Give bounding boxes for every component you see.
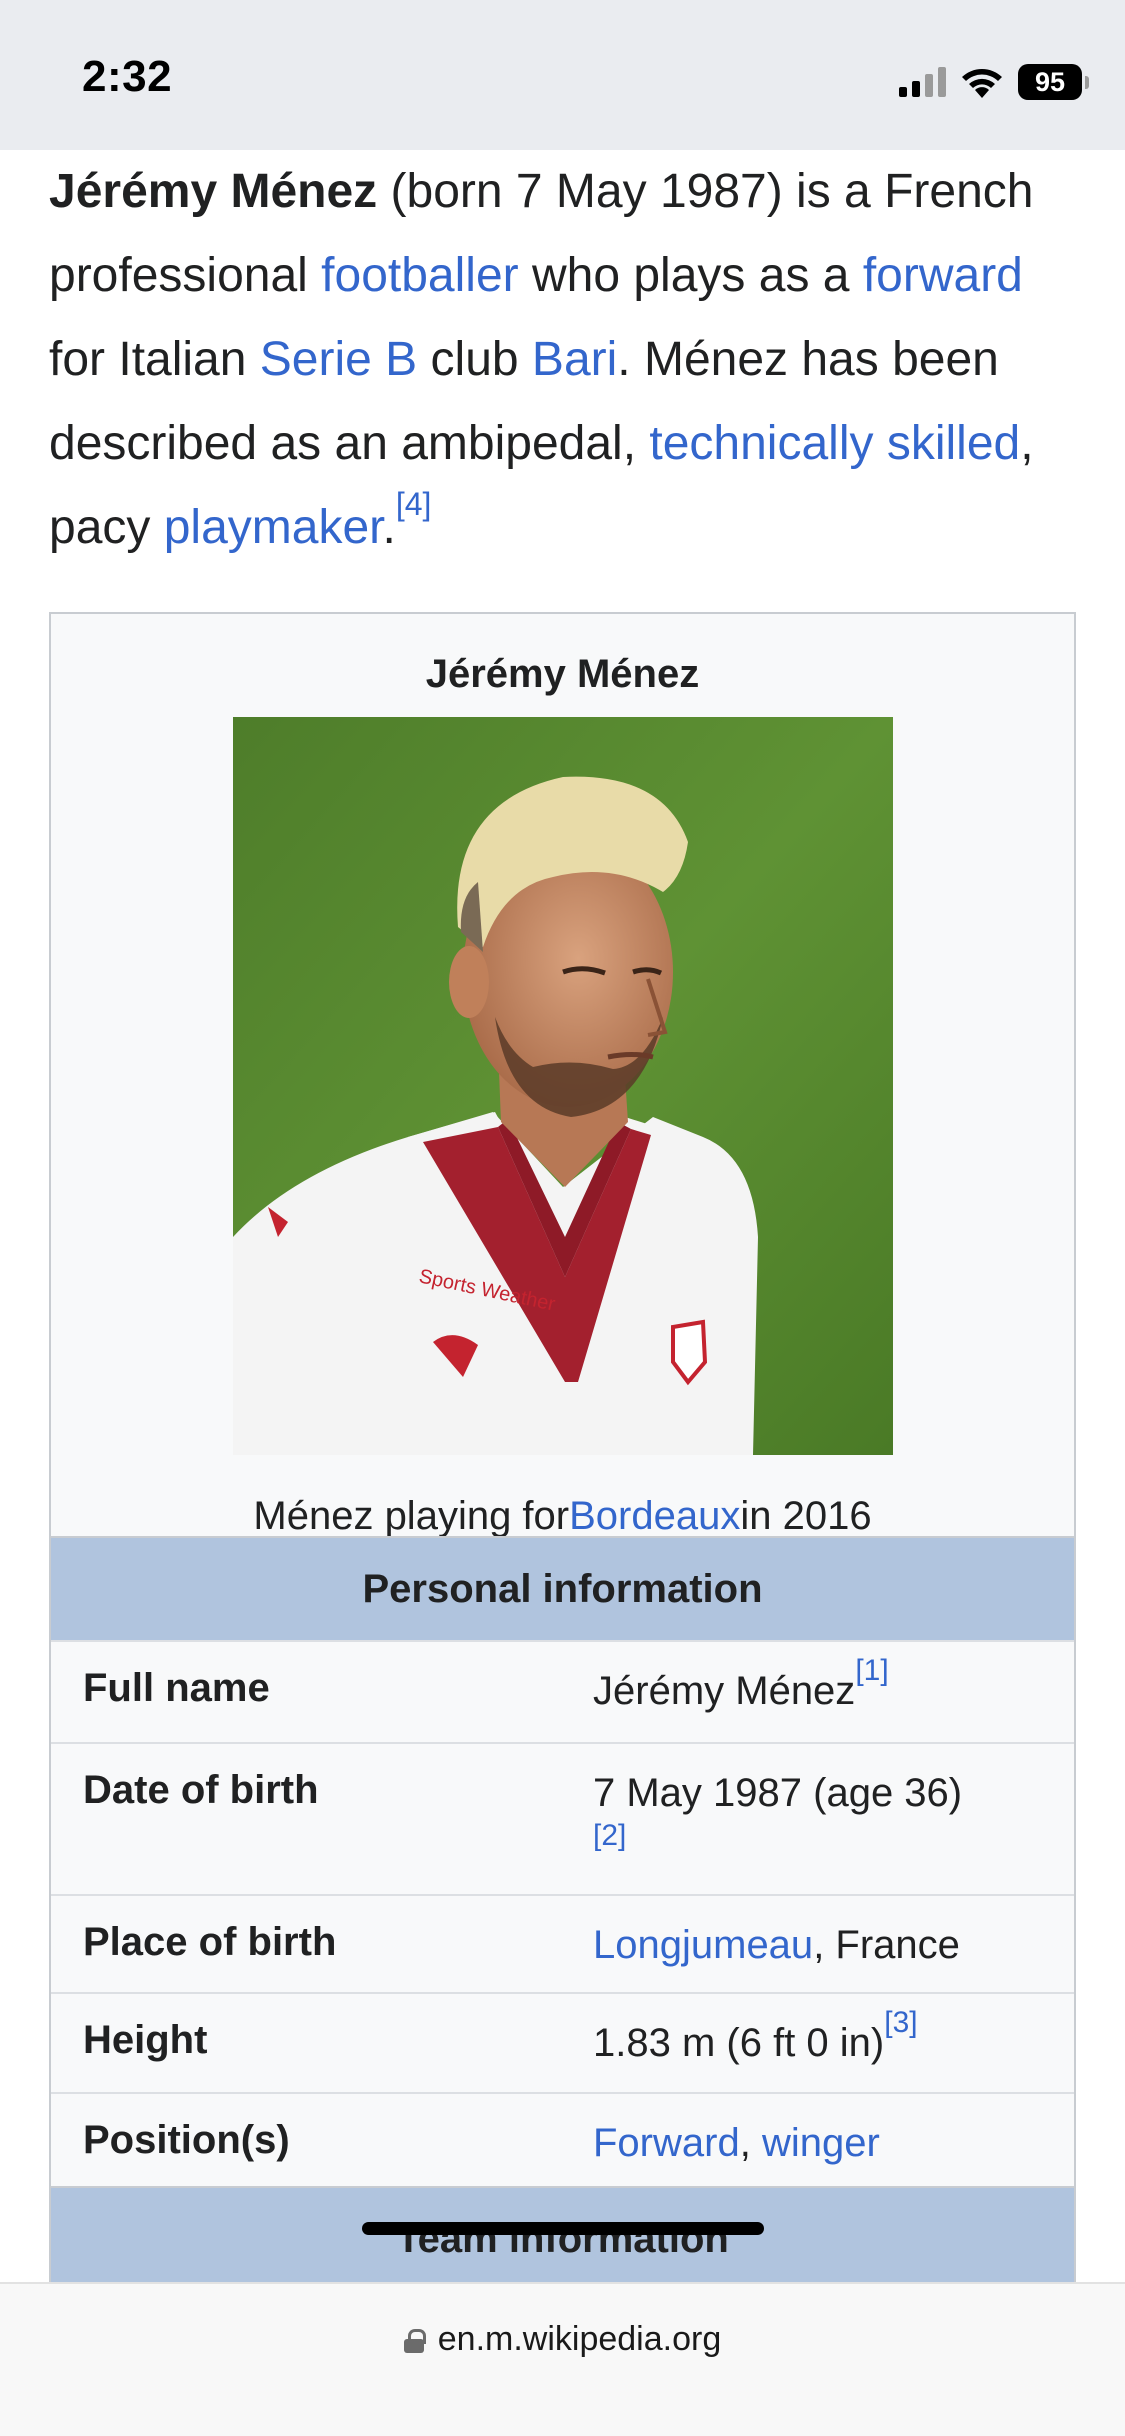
row-positions: Position(s) Forward, winger: [51, 2092, 1074, 2186]
link-bari[interactable]: Bari: [532, 333, 617, 386]
player-photo-illustration: Sports Weather: [233, 717, 893, 1455]
row-label: Full name: [83, 1666, 270, 1710]
link-forward-position[interactable]: Forward: [593, 2121, 740, 2165]
reference-2[interactable]: [2]: [593, 1818, 1053, 1854]
url-text: en.m.wikipedia.org: [437, 2320, 722, 2358]
wifi-icon: [962, 69, 1002, 98]
row-place-of-birth: Place of birth Longjumeau, France: [51, 1894, 1074, 1992]
status-icons: 95: [899, 60, 1089, 104]
height-value: 1.83 m (6 ft 0 in): [593, 2021, 885, 2065]
lock-icon: [403, 2328, 426, 2353]
intro-text: .: [382, 501, 396, 554]
reference-1[interactable]: [1]: [855, 1654, 888, 1687]
row-value: 1.83 m (6 ft 0 in)[3]: [593, 2008, 1053, 2068]
player-photo[interactable]: Sports Weather: [233, 717, 893, 1455]
battery-level: 95: [1018, 64, 1082, 100]
link-winger[interactable]: winger: [762, 2121, 880, 2165]
date-of-birth-value: 7 May 1987 (age 36): [593, 1771, 963, 1815]
link-serie-b[interactable]: Serie B: [260, 333, 417, 386]
row-label: Height: [83, 2018, 208, 2062]
reference-3[interactable]: [3]: [884, 2006, 917, 2039]
article-intro: Jérémy Ménez (born 7 May 1987) is a Fren…: [49, 150, 1079, 570]
full-name-value: Jérémy Ménez: [593, 1669, 856, 1713]
intro-text: club: [417, 333, 532, 386]
link-playmaker[interactable]: playmaker: [164, 501, 383, 554]
team-information-header: Team information: [51, 2186, 1074, 2290]
browser-bottom-bar: en.m.wikipedia.org: [0, 2282, 1125, 2436]
status-time: 2:32: [82, 52, 173, 101]
row-date-of-birth: Date of birth 7 May 1987 (age 36) [2]: [51, 1742, 1074, 1894]
row-value: Forward, winger: [593, 2118, 1053, 2168]
intro-text: for Italian: [49, 333, 260, 386]
row-height: Height 1.83 m (6 ft 0 in)[3]: [51, 1992, 1074, 2092]
row-value: Longjumeau, France: [593, 1920, 1053, 1970]
link-footballer[interactable]: footballer: [321, 249, 518, 302]
row-label: Position(s): [83, 2118, 290, 2162]
article-subject: Jérémy Ménez: [49, 165, 378, 218]
caption-text: in 2016: [740, 1493, 872, 1538]
battery-icon: 95: [1018, 64, 1089, 100]
infobox-title: Jérémy Ménez: [425, 651, 700, 696]
row-label: Place of birth: [83, 1920, 337, 1964]
row-value: 7 May 1987 (age 36) [2]: [593, 1768, 1053, 1854]
link-bordeaux[interactable]: Bordeaux: [569, 1494, 740, 1539]
row-full-name: Full name Jérémy Ménez[1]: [51, 1640, 1074, 1742]
caption-text: Ménez playing for: [253, 1493, 570, 1538]
home-indicator[interactable]: [362, 2222, 764, 2235]
place-of-birth-country: , France: [813, 1923, 960, 1967]
separator: ,: [739, 2121, 762, 2165]
reference-4[interactable]: [4]: [396, 486, 432, 522]
row-label: Date of birth: [83, 1768, 319, 1812]
address-bar[interactable]: en.m.wikipedia.org: [0, 2320, 1125, 2359]
link-longjumeau[interactable]: Longjumeau: [593, 1923, 813, 1967]
personal-information-header: Personal information: [51, 1536, 1074, 1640]
intro-text: who plays as a: [518, 249, 863, 302]
row-value: Jérémy Ménez[1]: [593, 1656, 1053, 1716]
status-bar: 2:32 95: [0, 0, 1125, 150]
cellular-signal-icon: [899, 67, 946, 97]
link-technically-skilled[interactable]: technically skilled: [649, 417, 1020, 470]
link-forward[interactable]: forward: [863, 249, 1023, 302]
infobox: Jérémy Ménez Sports Weather Ménez playin…: [49, 612, 1076, 2292]
